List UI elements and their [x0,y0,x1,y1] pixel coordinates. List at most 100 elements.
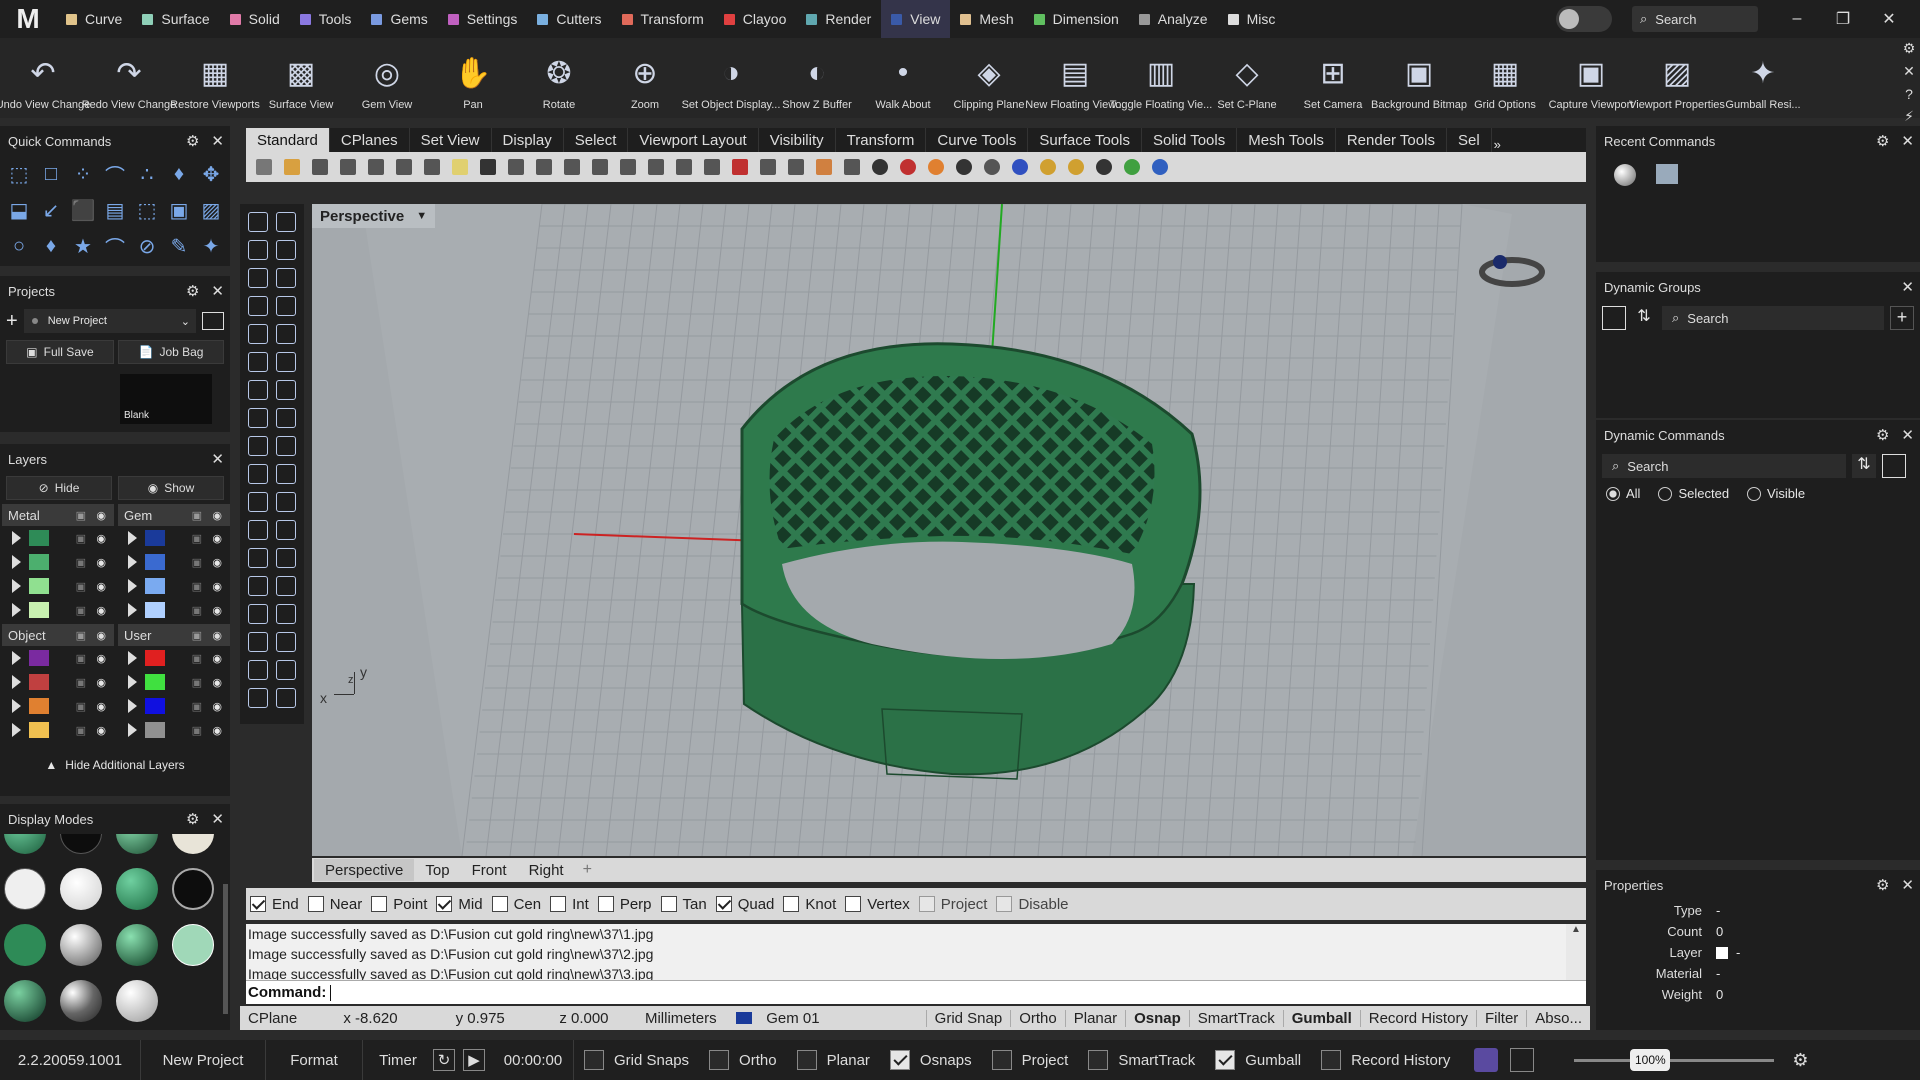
toolbar-tab-render-tools[interactable]: Render Tools [1336,128,1447,152]
quick-command-icon[interactable]: ⬓ [4,192,34,228]
expand-icon[interactable] [12,603,21,617]
hide-layers-button[interactable]: ⊘ Hide [6,476,112,500]
quick-command-icon[interactable]: ↙ [36,192,66,228]
menu-tab-solid[interactable]: Solid [220,0,290,38]
bulb-icon[interactable] [840,155,864,179]
set-c-plane-button[interactable]: ◇ Set C-Plane [1204,38,1290,118]
ortho-toggle[interactable]: Ortho [1010,1009,1065,1027]
play-timer-icon[interactable]: ▶ [463,1049,485,1071]
expand-icon[interactable] [12,699,21,713]
lock-icon[interactable]: ▣ [76,700,86,713]
layer-row[interactable]: ▣ ◉ [2,574,114,598]
left-tool-icon[interactable] [276,576,296,596]
checkbox-icon[interactable] [709,1050,730,1070]
display-mode-shaded[interactable] [4,834,46,854]
quick-command-icon[interactable]: ♦ [164,156,194,192]
osnap-mid[interactable]: Mid [436,896,483,913]
left-tool-icon[interactable] [248,352,268,372]
reset-timer-icon[interactable]: ↻ [433,1049,455,1071]
radio-icon[interactable] [1658,486,1673,501]
smarttrack-toggle[interactable]: SmartTrack [1188,1009,1283,1027]
layer-row[interactable]: ▣ ◉ [2,550,114,574]
open-icon[interactable] [280,155,304,179]
filter-radio-visible[interactable]: Visible [1747,486,1805,501]
cloud-icon[interactable] [756,155,780,179]
lock-icon[interactable]: ▣ [192,604,202,617]
osnap-knot[interactable]: Knot [783,896,836,913]
job-bag-button[interactable]: 📄 Job Bag [117,340,224,364]
set-camera-button[interactable]: ⊞ Set Camera [1290,38,1376,118]
toolbar-tab-transform[interactable]: Transform [836,128,927,152]
lock-icon[interactable]: ▣ [192,509,202,522]
undo-icon[interactable] [476,155,500,179]
menu-tab-misc[interactable]: Misc [1218,0,1286,38]
copy-icon[interactable] [420,155,444,179]
close-window-button[interactable]: ✕ [1866,9,1912,29]
left-tool-icon[interactable] [276,464,296,484]
left-tool-icon[interactable] [276,240,296,260]
eye-icon[interactable]: ◉ [212,604,222,617]
menu-tab-dimension[interactable]: Dimension [1024,0,1129,38]
layer-color-swatch[interactable] [29,578,49,594]
expand-icon[interactable] [12,555,21,569]
left-tool-icon[interactable] [248,632,268,652]
pin-icon[interactable]: ✕ [1903,63,1915,80]
lock-icon[interactable]: ▣ [192,629,202,642]
eye-icon[interactable]: ◉ [212,556,222,569]
checkbox-icon[interactable] [889,1050,910,1070]
osnap-perp[interactable]: Perp [597,896,652,913]
menu-tab-view[interactable]: View [881,0,951,38]
left-tool-icon[interactable] [276,660,296,680]
viewport-tab-front[interactable]: Front [461,859,518,881]
viewport-properties-button[interactable]: ▨ Viewport Properties [1629,38,1725,118]
calendar-icon[interactable] [1882,454,1906,478]
close-icon[interactable]: ✕ [211,810,224,828]
toolbar-tab-set-view[interactable]: Set View [410,128,492,152]
checkbox-icon[interactable] [991,1050,1012,1070]
left-tool-icon[interactable] [248,464,268,484]
left-tool-icon[interactable] [248,240,268,260]
dynamic-groups-search[interactable]: ⌕ Search [1662,306,1884,330]
eye-icon[interactable]: ◉ [96,509,106,522]
planar-toggle[interactable]: Planar [1064,1009,1125,1027]
left-tool-icon[interactable] [248,212,268,232]
layer-group-header[interactable]: Metal ▣ ◉ [2,504,114,526]
four-view-icon[interactable] [700,155,724,179]
cplane-label[interactable]: CPlane [240,1010,315,1027]
bottom-toggle-grid-snaps[interactable]: Grid Snaps [584,1050,689,1070]
quick-command-icon[interactable]: ▣ [164,192,194,228]
left-tool-icon[interactable] [276,520,296,540]
toolbar-tab-cplanes[interactable]: CPlanes [330,128,410,152]
display-mode-monochrome[interactable] [172,924,214,966]
expand-icon[interactable] [128,723,137,737]
layer-row[interactable]: ▣ ◉ [118,526,230,550]
layer-group-header[interactable]: Object ▣ ◉ [2,624,114,646]
checkbox-icon[interactable] [250,896,266,912]
layer-row[interactable]: ▣ ◉ [118,646,230,670]
osnap-quad[interactable]: Quad [715,896,774,913]
pan-icon[interactable] [504,155,528,179]
expand-icon[interactable] [128,675,137,689]
lock-icon[interactable]: ▣ [76,724,86,737]
display-mode-silver[interactable] [116,980,158,1022]
quick-command-icon[interactable]: ⬚ [132,192,162,228]
osnap-near[interactable]: Near [307,896,362,913]
toolbar-tab-standard[interactable]: Standard [246,128,330,152]
checkbox-icon[interactable] [597,896,614,912]
point-icon[interactable] [812,155,836,179]
minimize-button[interactable]: – [1774,10,1820,28]
layer-group-header[interactable]: Gem ▣ ◉ [118,504,230,526]
checkbox-icon[interactable] [307,896,324,912]
quick-command-icon[interactable]: ⌒ [100,228,130,264]
display-mode-rendered[interactable] [116,868,158,910]
zoom-slider-thumb[interactable]: 100% [1630,1048,1671,1071]
zoom-window-icon[interactable] [588,155,612,179]
checkbox-icon[interactable] [550,896,567,912]
help-icon[interactable] [1148,155,1172,179]
layer-color-swatch[interactable] [29,602,49,618]
redo-view-change-button[interactable]: ↷ Redo View Change [82,38,177,118]
gem-view-button[interactable]: ◎ Gem View [344,38,430,118]
layer-group-header[interactable]: User ▣ ◉ [118,624,230,646]
scroll-up-icon[interactable]: ▲ [1571,924,1581,935]
gear-icon[interactable] [1064,155,1088,179]
